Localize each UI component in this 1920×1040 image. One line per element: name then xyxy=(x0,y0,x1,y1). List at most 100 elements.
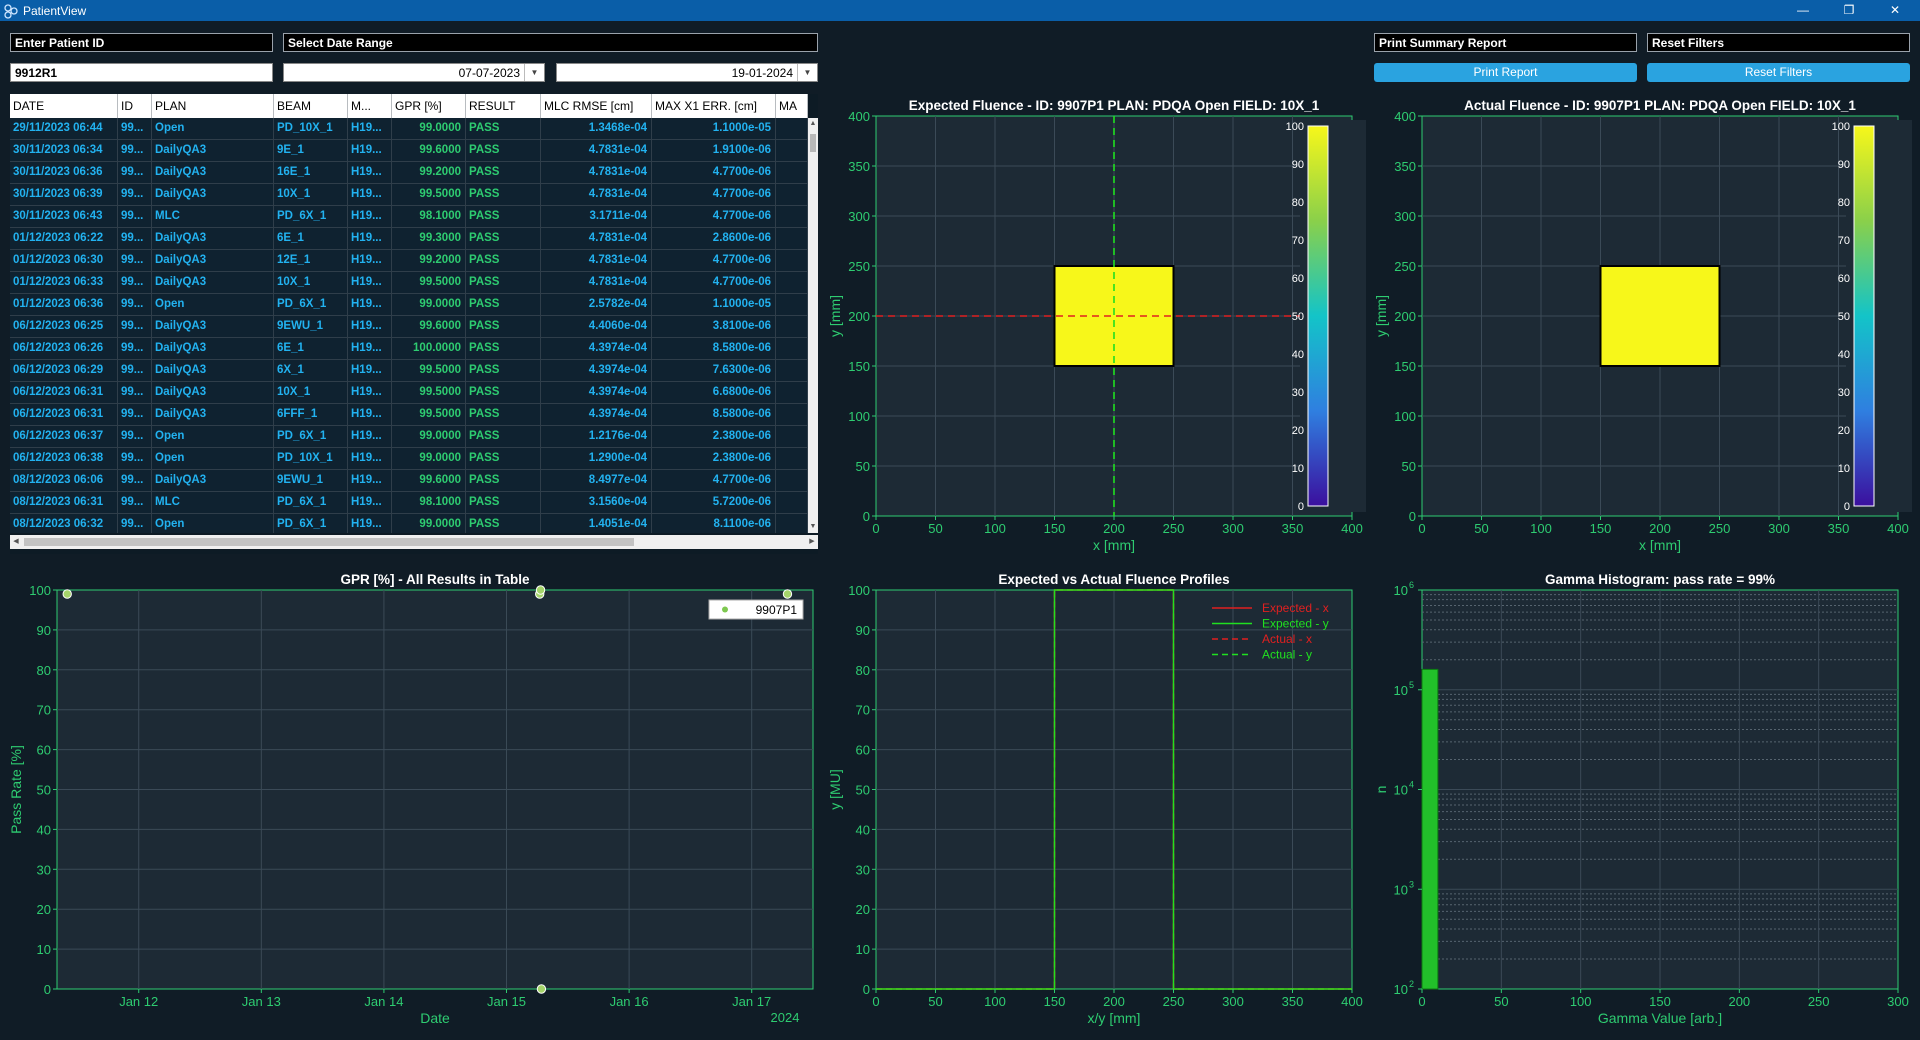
column-header[interactable]: MA xyxy=(776,94,808,118)
restore-icon[interactable]: ❐ xyxy=(1826,0,1872,21)
y-axis-label: Pass Rate [%] xyxy=(8,745,24,834)
y-tick-label: 200 xyxy=(1394,309,1416,324)
scroll-left-icon[interactable]: ◀ xyxy=(10,535,22,549)
table-row[interactable]: 08/12/2023 06:06 99... DailyQA3 9EWU_1 H19..… xyxy=(10,470,808,492)
table-row[interactable]: 01/12/2023 06:22 99... DailyQA3 6E_1 H19... 9… xyxy=(10,228,808,250)
column-header[interactable]: BEAM xyxy=(274,94,348,118)
scroll-down-icon[interactable]: ▼ xyxy=(808,521,818,533)
column-header[interactable]: DATE xyxy=(10,94,118,118)
scroll-thumb[interactable] xyxy=(810,134,816,152)
column-header[interactable]: MLC RMSE [cm] xyxy=(541,94,652,118)
table-cell: 98.1000 xyxy=(392,492,466,514)
vertical-scrollbar[interactable]: ▲ ▼ xyxy=(808,118,818,533)
table-cell: 99.6000 xyxy=(392,140,466,162)
histogram-bar xyxy=(1421,668,1439,990)
column-header[interactable]: ID xyxy=(118,94,152,118)
reset-filters-label: Reset Filters xyxy=(1647,33,1910,52)
x-tick-label: 0 xyxy=(872,994,879,1009)
table-row[interactable]: 01/12/2023 06:33 99... DailyQA3 10X_1 H19...… xyxy=(10,272,808,294)
table-cell: 99.5000 xyxy=(392,184,466,206)
close-icon[interactable]: ✕ xyxy=(1872,0,1918,21)
table-row[interactable]: 01/12/2023 06:30 99... DailyQA3 12E_1 H19...… xyxy=(10,250,808,272)
table-cell: 10X_1 xyxy=(274,184,348,206)
table-row[interactable]: 30/11/2023 06:36 99... DailyQA3 16E_1 H19...… xyxy=(10,162,808,184)
table-row[interactable]: 06/12/2023 06:25 99... DailyQA3 9EWU_1 H19..… xyxy=(10,316,808,338)
table-cell: 99... xyxy=(118,294,152,316)
chart-title: GPR [%] - All Results in Table xyxy=(340,572,530,587)
x-axis-label: x [mm] xyxy=(1639,537,1681,553)
chevron-down-icon[interactable]: ▼ xyxy=(524,64,544,81)
table-row[interactable]: 06/12/2023 06:31 99... DailyQA3 10X_1 H19...… xyxy=(10,382,808,404)
table-cell xyxy=(776,426,808,448)
scroll-right-icon[interactable]: ▶ xyxy=(806,535,818,549)
column-header[interactable]: PLAN xyxy=(152,94,274,118)
table-cell: PASS xyxy=(466,360,541,382)
column-header[interactable]: M... xyxy=(348,94,392,118)
x-tick-label: 200 xyxy=(1103,994,1125,1009)
chart-title: Expected Fluence - ID: 9907P1 PLAN: PDQA… xyxy=(909,98,1320,113)
y-tick-label: 350 xyxy=(1394,159,1416,174)
table-cell: 06/12/2023 06:26 xyxy=(10,338,118,360)
table-cell: PD_6X_1 xyxy=(274,294,348,316)
table-cell: 98.1000 xyxy=(392,206,466,228)
table-row[interactable]: 30/11/2023 06:39 99... DailyQA3 10X_1 H19...… xyxy=(10,184,808,206)
table-cell: H19... xyxy=(348,382,392,404)
colorbar-tick-label: 90 xyxy=(1292,159,1304,171)
table-row[interactable]: 01/12/2023 06:36 99... Open PD_6X_1 H19... 99… xyxy=(10,294,808,316)
table-cell: 29/11/2023 06:44 xyxy=(10,118,118,140)
table-cell xyxy=(776,140,808,162)
table-row[interactable]: 08/12/2023 06:32 99... Open PD_6X_1 H19... 99… xyxy=(10,514,808,533)
colorbar-tick-label: 0 xyxy=(1844,501,1850,513)
scroll-up-icon[interactable]: ▲ xyxy=(808,118,818,130)
minimize-icon[interactable]: — xyxy=(1780,0,1826,21)
patient-id-label: Enter Patient ID xyxy=(10,33,273,52)
print-summary-label: Print Summary Report xyxy=(1374,33,1637,52)
table-row[interactable]: 29/11/2023 06:44 99... Open PD_10X_1 H19... 9… xyxy=(10,118,808,140)
table-row[interactable]: 06/12/2023 06:38 99... Open PD_10X_1 H19... 9… xyxy=(10,448,808,470)
table-cell: 1.1000e-05 xyxy=(652,118,776,140)
table-cell: DailyQA3 xyxy=(152,250,274,272)
y-axis-label: y [mm] xyxy=(830,295,843,337)
x-tick-label: Jan 17 xyxy=(732,994,771,1009)
horizontal-scrollbar[interactable]: ◀ ▶ xyxy=(10,535,818,549)
table-cell: 10X_1 xyxy=(274,272,348,294)
column-header[interactable]: RESULT xyxy=(466,94,541,118)
scroll-thumb[interactable] xyxy=(24,538,634,546)
x-tick-label: 100 xyxy=(1570,994,1592,1009)
x-tick-label: 150 xyxy=(1590,521,1612,536)
table-row[interactable]: 06/12/2023 06:37 99... Open PD_6X_1 H19... 99… xyxy=(10,426,808,448)
patient-id-input[interactable]: 9912R1 xyxy=(10,63,273,82)
chevron-down-icon[interactable]: ▼ xyxy=(797,64,817,81)
x-tick-label: 100 xyxy=(984,521,1006,536)
table-cell: H19... xyxy=(348,118,392,140)
date-end-picker[interactable]: 19-01-2024 ▼ xyxy=(556,63,818,82)
x-tick-label: 300 xyxy=(1887,994,1909,1009)
table-cell: 5.7200e-06 xyxy=(652,492,776,514)
colorbar-tick-label: 100 xyxy=(1286,121,1304,133)
table-row[interactable]: 06/12/2023 06:26 99... DailyQA3 6E_1 H19... 1… xyxy=(10,338,808,360)
date-start-picker[interactable]: 07-07-2023 ▼ xyxy=(283,63,545,82)
colorbar-tick-label: 40 xyxy=(1838,349,1850,361)
reset-filters-button[interactable]: Reset Filters xyxy=(1647,63,1910,82)
y-tick-label: 10 xyxy=(1394,783,1408,798)
table-cell: 06/12/2023 06:29 xyxy=(10,360,118,382)
x-tick-label: 250 xyxy=(1709,521,1731,536)
table-cell: Open xyxy=(152,294,274,316)
column-header[interactable]: GPR [%] xyxy=(392,94,466,118)
print-report-button[interactable]: Print Report xyxy=(1374,63,1637,82)
column-header[interactable]: MAX X1 ERR. [cm] xyxy=(652,94,776,118)
table-row[interactable]: 30/11/2023 06:34 99... DailyQA3 9E_1 H19... 9… xyxy=(10,140,808,162)
table-cell: 30/11/2023 06:36 xyxy=(10,162,118,184)
table-row[interactable]: 06/12/2023 06:31 99... DailyQA3 6FFF_1 H19..… xyxy=(10,404,808,426)
table-row[interactable]: 06/12/2023 06:29 99... DailyQA3 6X_1 H19... 9… xyxy=(10,360,808,382)
results-table: DATE ID PLAN BEAM M... GPR [%] RESULT MLC RMSE … xyxy=(10,94,818,554)
colorbar-tick-label: 30 xyxy=(1292,387,1304,399)
y-tick-label: 0 xyxy=(44,982,51,997)
table-row[interactable]: 30/11/2023 06:43 99... MLC PD_6X_1 H19... 98.… xyxy=(10,206,808,228)
table-row[interactable]: 08/12/2023 06:31 99... MLC PD_6X_1 H19... 98.… xyxy=(10,492,808,514)
table-cell: PASS xyxy=(466,228,541,250)
table-cell: MLC xyxy=(152,492,274,514)
colorbar-tick-label: 10 xyxy=(1292,463,1304,475)
table-cell: 99... xyxy=(118,514,152,533)
table-cell: 01/12/2023 06:36 xyxy=(10,294,118,316)
